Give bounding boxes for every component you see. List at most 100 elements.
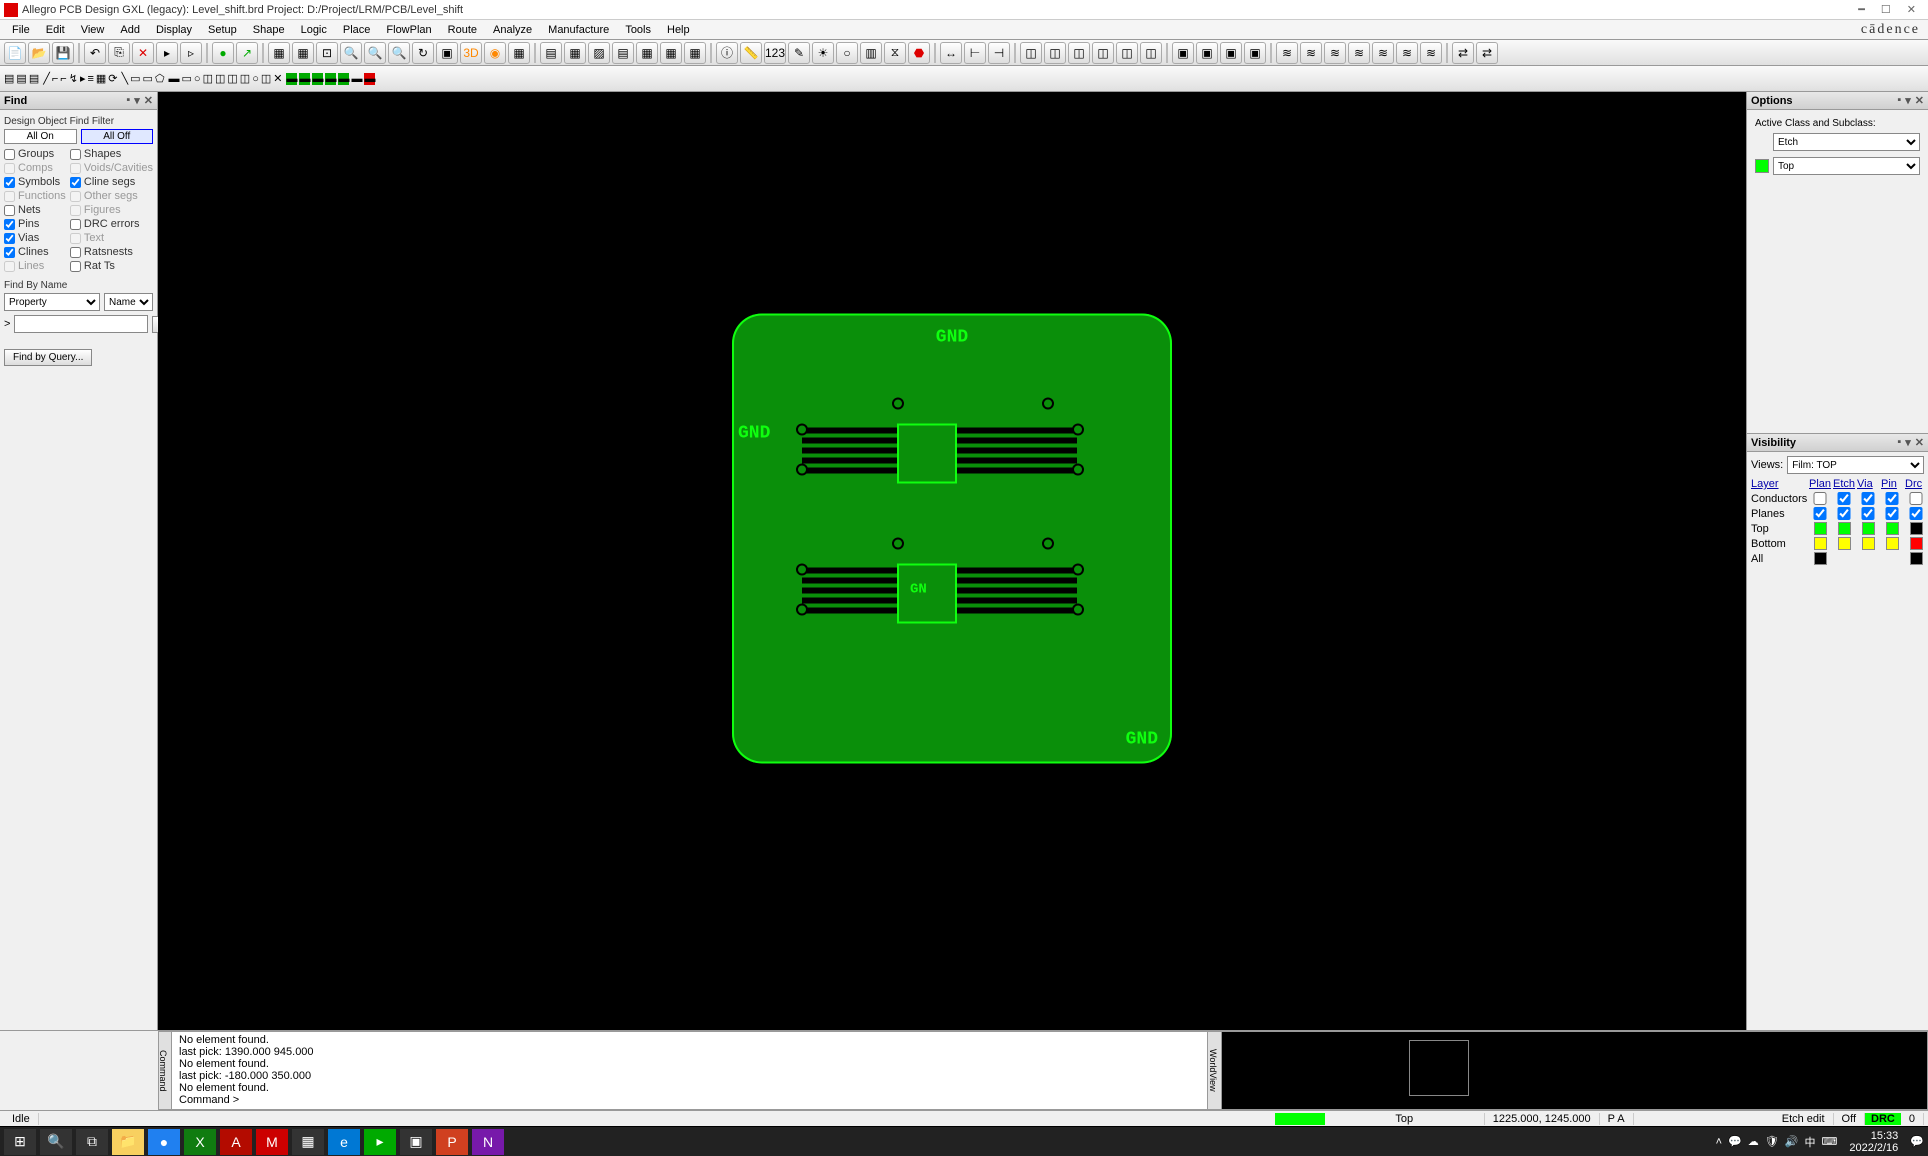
shape-icon[interactable]: ⬠ xyxy=(155,72,165,85)
box-icon[interactable]: ◫ xyxy=(1020,42,1042,64)
menu-flowplan[interactable]: FlowPlan xyxy=(378,22,439,38)
menu-help[interactable]: Help xyxy=(659,22,698,38)
table-icon[interactable]: ▦ xyxy=(684,42,706,64)
route-icon[interactable]: ≋ xyxy=(1348,42,1370,64)
place-icon[interactable]: ▤ xyxy=(4,72,14,85)
layer-btn[interactable]: ▬ xyxy=(325,73,336,85)
taskview-icon[interactable]: ⧉ xyxy=(76,1129,108,1155)
color-swatch[interactable] xyxy=(1910,552,1923,565)
zoom-out-icon[interactable]: 🔍 xyxy=(364,42,386,64)
menu-logic[interactable]: Logic xyxy=(293,22,335,38)
shape-icon[interactable]: ✕ xyxy=(273,72,282,85)
shape-circle-icon[interactable]: ○ xyxy=(194,73,201,85)
table-icon[interactable]: ▦ xyxy=(636,42,658,64)
box-icon[interactable]: ◫ xyxy=(1068,42,1090,64)
search-icon[interactable]: 🔍 xyxy=(40,1129,72,1155)
shape-icon[interactable]: ○ xyxy=(252,73,259,85)
filter-symbols[interactable]: Symbols xyxy=(4,176,66,188)
menu-view[interactable]: View xyxy=(73,22,113,38)
line-icon[interactable]: ▦ xyxy=(96,72,106,85)
menu-setup[interactable]: Setup xyxy=(200,22,245,38)
excel-icon[interactable]: X xyxy=(184,1129,216,1155)
route-icon[interactable]: ≋ xyxy=(1420,42,1442,64)
filter-checkbox[interactable] xyxy=(70,149,81,160)
color-swatch[interactable] xyxy=(1886,537,1899,550)
line-icon[interactable]: ↯ xyxy=(69,72,78,85)
filter-checkbox[interactable] xyxy=(4,149,15,160)
grid-icon[interactable]: ▦ xyxy=(292,42,314,64)
color-swatch[interactable] xyxy=(1862,522,1875,535)
color-swatch[interactable] xyxy=(1886,522,1899,535)
tray-icon[interactable]: 💬 xyxy=(1728,1135,1742,1148)
color-swatch[interactable] xyxy=(1814,552,1827,565)
close-panel-icon[interactable]: ✕ xyxy=(144,94,153,107)
dim-icon[interactable]: ⊣ xyxy=(988,42,1010,64)
route-icon[interactable]: ≋ xyxy=(1372,42,1394,64)
box-icon[interactable]: ◫ xyxy=(1092,42,1114,64)
minimap[interactable] xyxy=(1409,1040,1469,1096)
dim-icon[interactable]: ⊢ xyxy=(964,42,986,64)
circle-icon[interactable]: ○ xyxy=(836,42,858,64)
color-swatch[interactable] xyxy=(1838,522,1851,535)
filter-ratsnests[interactable]: Ratsnests xyxy=(70,246,153,258)
grid-icon[interactable]: ▦ xyxy=(268,42,290,64)
route-icon[interactable]: ≋ xyxy=(1396,42,1418,64)
taskbar-clock[interactable]: 15:33 2022/2/16 xyxy=(1843,1130,1904,1154)
tray-up-icon[interactable]: ˄ xyxy=(1716,1136,1722,1148)
filter-ratts[interactable]: Rat Ts xyxy=(70,260,153,272)
tray-icon[interactable]: ☁ xyxy=(1748,1135,1759,1148)
line-icon[interactable]: ▸ xyxy=(80,72,86,85)
design-canvas[interactable]: GND GND GND xyxy=(158,92,1746,1030)
route-icon[interactable]: ≋ xyxy=(1324,42,1346,64)
color-swatch[interactable] xyxy=(1814,537,1827,550)
pen-icon[interactable]: ✎ xyxy=(788,42,810,64)
new-icon[interactable]: 📄 xyxy=(4,42,26,64)
menu-tools[interactable]: Tools xyxy=(617,22,659,38)
filter-vias[interactable]: Vias xyxy=(4,232,66,244)
stop-icon[interactable]: ⬣ xyxy=(908,42,930,64)
filter-checkbox[interactable] xyxy=(4,177,15,188)
filter-checkbox[interactable] xyxy=(4,233,15,244)
dropdown-icon[interactable]: ▾ xyxy=(1905,94,1911,107)
all-on-button[interactable]: All On xyxy=(4,129,77,144)
onenote-icon[interactable]: N xyxy=(472,1129,504,1155)
dropdown-icon[interactable]: ▾ xyxy=(134,94,140,107)
menu-place[interactable]: Place xyxy=(335,22,379,38)
zoom-icon[interactable]: 🔍 xyxy=(388,42,410,64)
subclass-color[interactable] xyxy=(1755,159,1769,173)
filter-checkbox[interactable] xyxy=(4,219,15,230)
menu-display[interactable]: Display xyxy=(148,22,200,38)
filter-checkbox[interactable] xyxy=(4,247,15,258)
table-icon[interactable]: ▦ xyxy=(660,42,682,64)
pdf-icon[interactable]: A xyxy=(220,1129,252,1155)
route-icon[interactable]: ≋ xyxy=(1276,42,1298,64)
tool-icon[interactable]: ▸ xyxy=(156,42,178,64)
tray-icon[interactable]: 🔊 xyxy=(1785,1135,1799,1148)
vis-check[interactable] xyxy=(1809,507,1831,520)
tool-icon[interactable]: ▹ xyxy=(180,42,202,64)
pin-icon[interactable]: ▪ xyxy=(1897,436,1901,449)
highlight-icon[interactable]: ● xyxy=(212,42,234,64)
net-icon[interactable]: ▣ xyxy=(1172,42,1194,64)
line-icon[interactable]: ⟳ xyxy=(108,72,117,85)
swap-icon[interactable]: ⇄ xyxy=(1476,42,1498,64)
views-select[interactable]: Film: TOP xyxy=(1787,456,1924,474)
minimize-icon[interactable]: ━ xyxy=(1858,3,1865,16)
pin-icon[interactable]: ▪ xyxy=(126,94,130,107)
pin-icon[interactable]: ▪ xyxy=(1897,94,1901,107)
menu-file[interactable]: File xyxy=(4,22,38,38)
layer-btn[interactable]: ▬ xyxy=(351,73,362,85)
tray-icon[interactable]: ⌨ xyxy=(1821,1135,1837,1148)
info-icon[interactable]: ⓘ xyxy=(716,42,738,64)
line-icon[interactable]: ⌐ xyxy=(60,73,66,85)
open-icon[interactable]: 📂 xyxy=(28,42,50,64)
measure-icon[interactable]: 📏 xyxy=(740,42,762,64)
shape-fill-icon[interactable]: ▬ xyxy=(169,73,180,85)
shape-icon[interactable]: ▭ xyxy=(143,72,153,85)
filter-nets[interactable]: Nets xyxy=(4,204,66,216)
stack-icon[interactable]: ▤ xyxy=(612,42,634,64)
vis-check[interactable] xyxy=(1881,492,1903,505)
maximize-icon[interactable]: ☐ xyxy=(1881,3,1891,16)
copy-icon[interactable]: ⎘ xyxy=(108,42,130,64)
menu-analyze[interactable]: Analyze xyxy=(485,22,540,38)
